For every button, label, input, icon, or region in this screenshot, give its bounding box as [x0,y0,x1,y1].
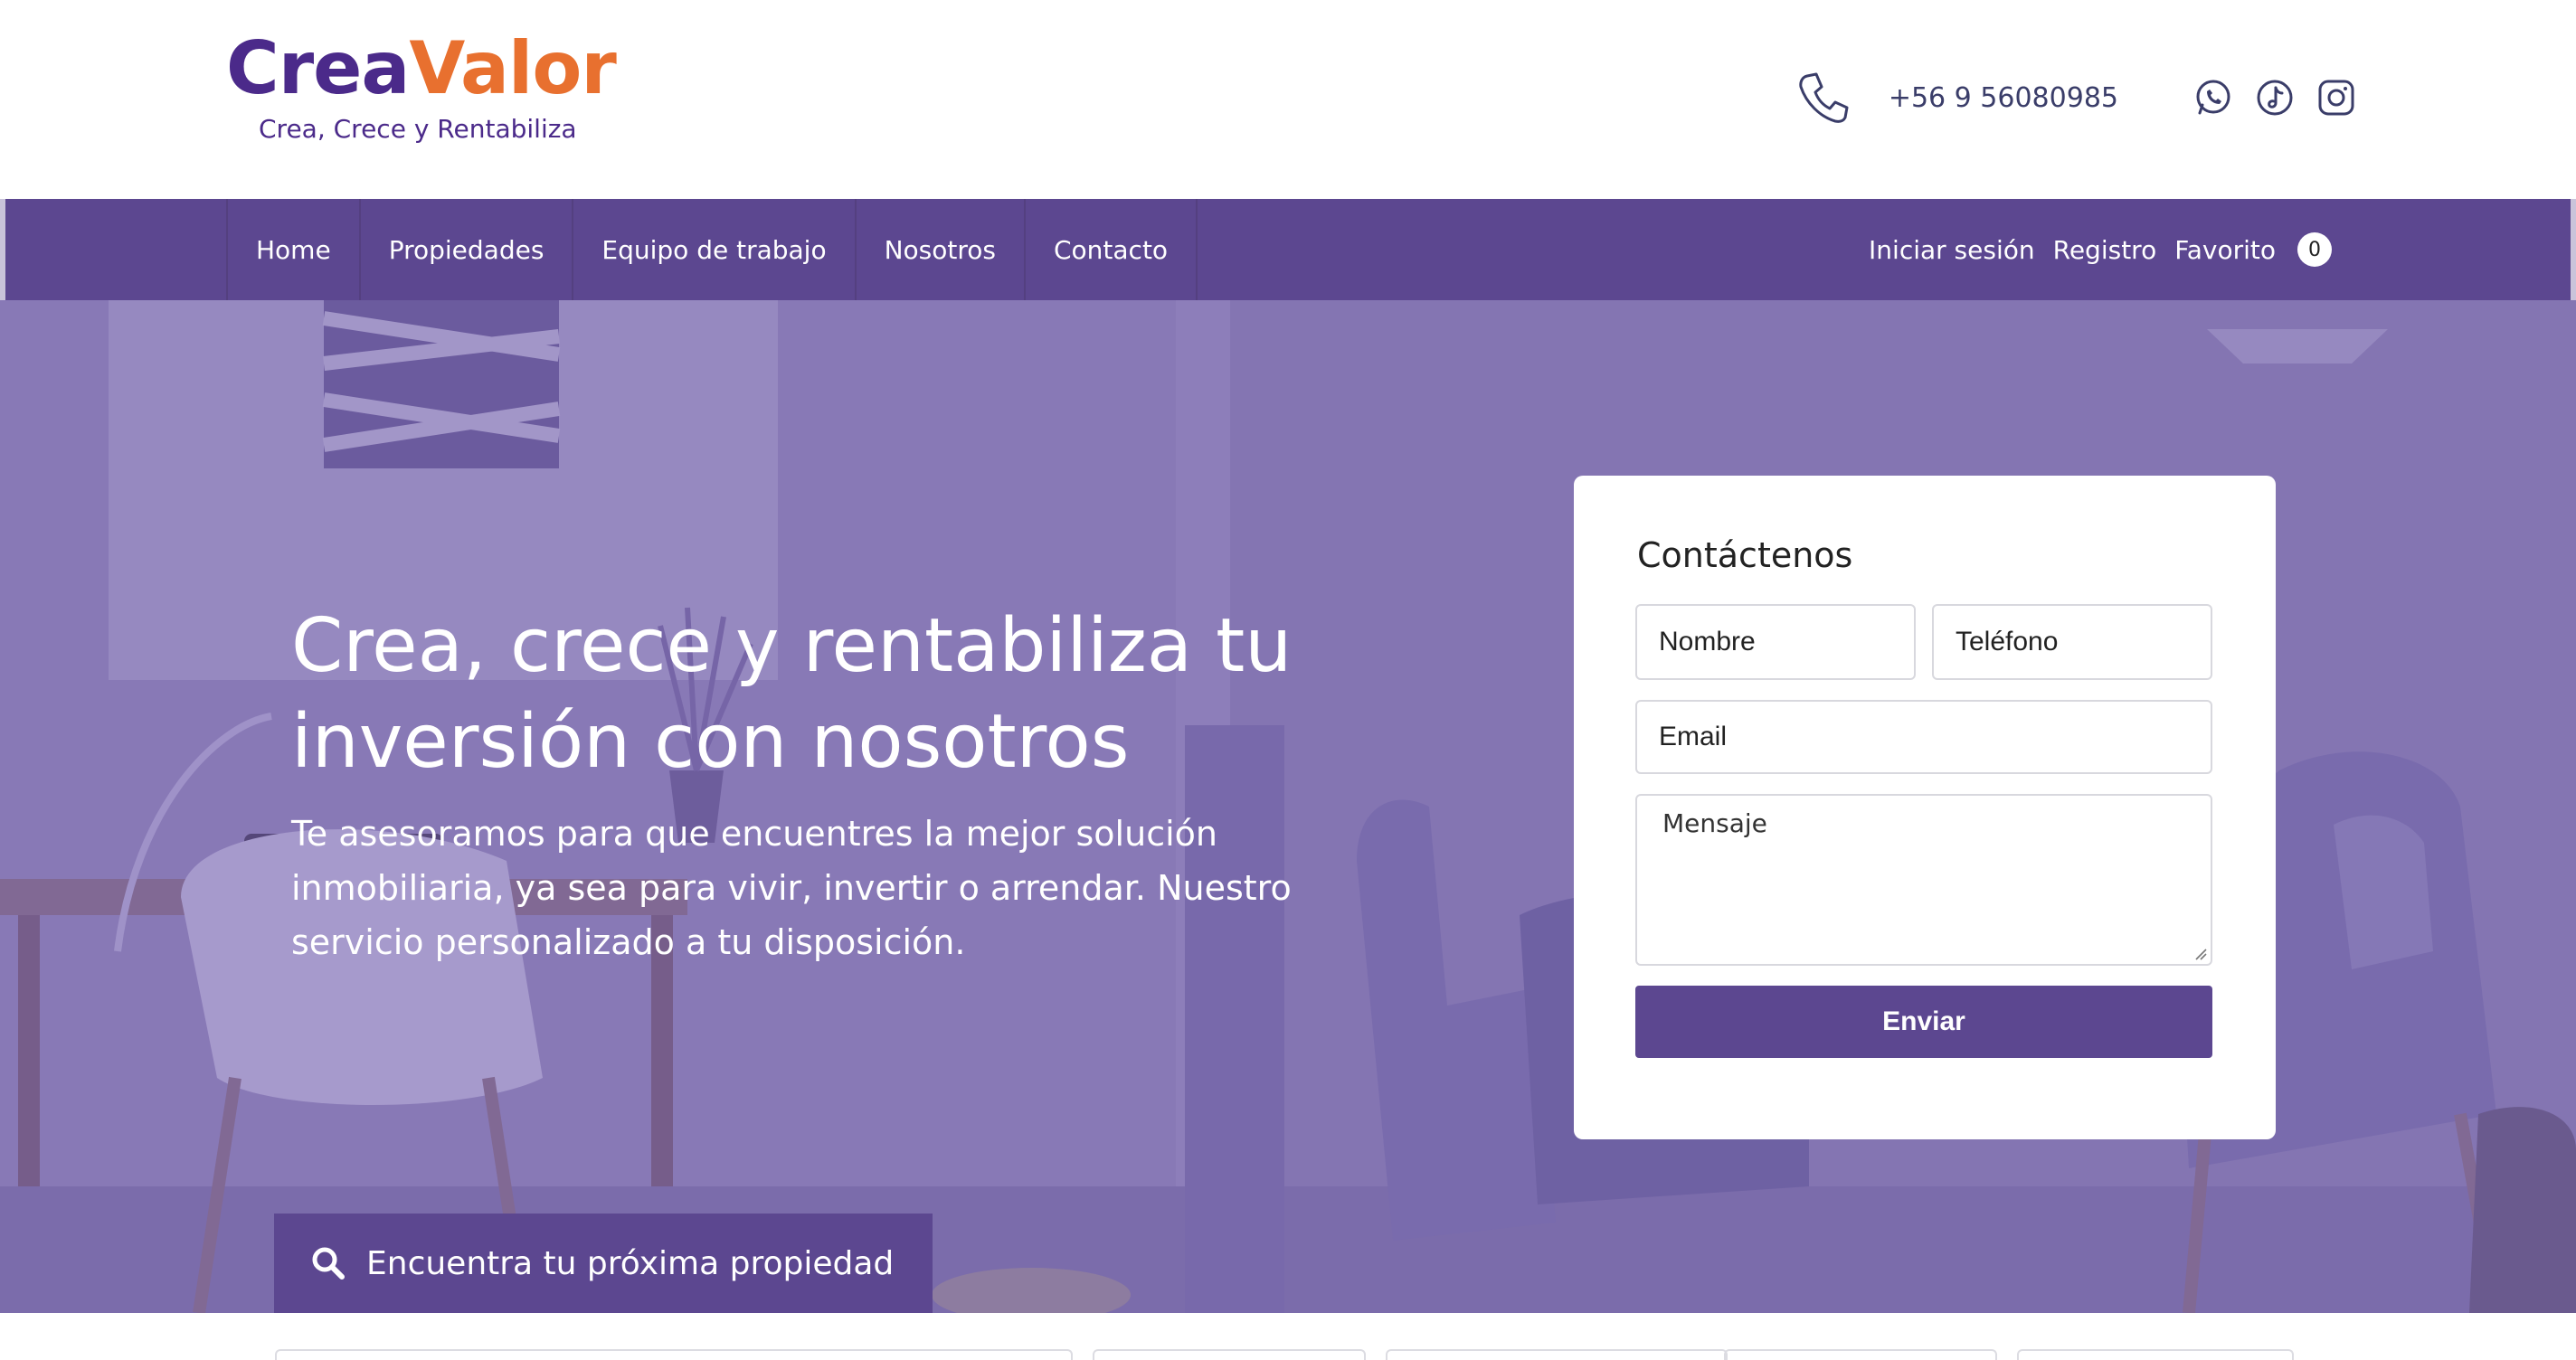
nav-item-contacto[interactable]: Contacto [1026,199,1198,300]
site-header: CreaValor Crea, Crece y Rentabiliza +56 … [0,0,2576,199]
logo-part-crea: Crea [226,26,410,110]
nav-user-links: Iniciar sesión Registro Favorito 0 [1851,199,2332,300]
phone-number[interactable]: +56 9 56080985 [1889,82,2118,114]
nav-item-nosotros[interactable]: Nosotros [857,199,1026,300]
favorites-link[interactable]: Favorito [2174,235,2276,265]
hero-title: Crea, crece y rentabiliza tu inversión c… [291,603,1293,785]
search-icon [312,1247,345,1280]
hero-subtitle: Te asesoramos para que encuentres la mej… [291,814,1292,962]
logo-wordmark: CreaValor [226,33,617,105]
main-nav: Home Propiedades Equipo de trabajo Nosot… [0,199,2576,300]
register-link[interactable]: Registro [2053,235,2157,265]
logo-tagline: Crea, Crece y Rentabiliza [259,114,577,144]
filter-tab[interactable] [1093,1349,1366,1360]
filter-tab[interactable] [1724,1349,1997,1360]
submit-button[interactable]: Enviar [1635,986,2212,1058]
favorites-count-badge[interactable]: 0 [2297,232,2332,267]
nav-item-equipo-de-trabajo[interactable]: Equipo de trabajo [573,199,857,300]
logo[interactable]: CreaValor Crea, Crece y Rentabiliza [226,33,617,145]
email-field[interactable]: Email [1635,700,2212,774]
find-property-button[interactable]: Encuentra tu próxima propiedad [274,1214,933,1313]
whatsapp-icon[interactable] [2194,79,2232,117]
contact-form: Contáctenos Nombre Teléfono Email Mensaj… [1574,476,2276,1139]
filter-tab[interactable] [275,1349,1073,1360]
phone-field[interactable]: Teléfono [1932,604,2212,680]
logo-part-valor: Valor [409,26,616,110]
nav-item-propiedades[interactable]: Propiedades [361,199,574,300]
contact-form-title: Contáctenos [1637,535,1853,575]
tiktok-icon[interactable] [2256,79,2294,117]
resize-handle-icon[interactable] [2192,946,2207,960]
message-placeholder: Mensaje [1662,808,1767,838]
filter-tab[interactable] [1386,1349,1728,1360]
instagram-icon[interactable] [2317,79,2355,117]
find-property-label: Encuentra tu próxima propiedad [366,1244,895,1282]
login-link[interactable]: Iniciar sesión [1869,235,2035,265]
nav-menu: Home Propiedades Equipo de trabajo Nosot… [226,199,1198,300]
name-field[interactable]: Nombre [1635,604,1916,680]
filter-tab[interactable] [2017,1349,2294,1360]
nav-item-home[interactable]: Home [226,199,361,300]
phone-icon [1799,72,1849,123]
message-field[interactable]: Mensaje [1635,794,2212,966]
header-contact-bar: +56 9 56080985 [1795,69,2355,127]
